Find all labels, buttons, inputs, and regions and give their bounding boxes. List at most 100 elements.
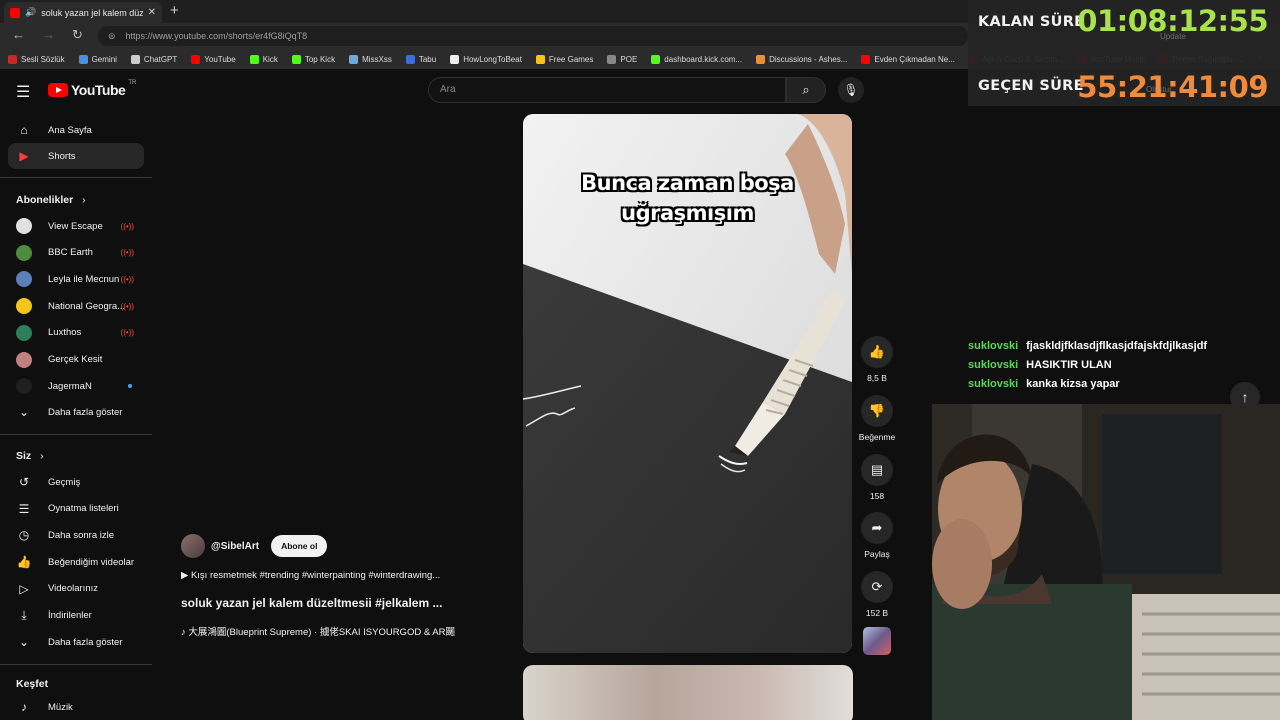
bookmark-favicon-icon bbox=[249, 54, 259, 64]
share-icon: ➦ bbox=[861, 512, 893, 544]
show-more-subscriptions[interactable]: ⌄ Daha fazla göster bbox=[8, 399, 144, 425]
avatar[interactable] bbox=[181, 534, 205, 558]
bookmark-label: POE bbox=[620, 54, 638, 64]
sidebar-subscription-item[interactable]: National Geogra... ((•)) bbox=[8, 293, 144, 319]
short-description[interactable]: ▶ Kışı resmetmek #trending #winterpainti… bbox=[181, 570, 440, 581]
close-tab-icon[interactable]: ✕ bbox=[148, 7, 156, 18]
bookmark-item[interactable]: Free Games bbox=[535, 54, 593, 64]
live-indicator-icon: ((•)) bbox=[120, 328, 134, 338]
bookmark-item[interactable]: Tabu bbox=[405, 54, 437, 64]
sound-thumbnail[interactable] bbox=[863, 627, 891, 655]
arrow-up-icon: ↑ bbox=[1241, 389, 1249, 405]
site-info-icon[interactable]: ⊜ bbox=[108, 31, 116, 42]
video-caption-line-1: Bunca zaman boşa bbox=[581, 171, 794, 195]
back-icon[interactable]: ← bbox=[12, 27, 25, 42]
divider bbox=[0, 177, 152, 178]
sidebar-item-watch-later[interactable]: ◷ Daha sonra izle bbox=[8, 522, 144, 548]
comments-button[interactable]: ▤ 158 bbox=[855, 454, 899, 501]
chat-text: HASIKTIR ULAN bbox=[1026, 359, 1112, 371]
webcam-feed bbox=[932, 404, 1280, 720]
bookmark-item[interactable]: Kick bbox=[249, 54, 278, 64]
chat-text: kanka kizsa yapar bbox=[1026, 378, 1120, 390]
bookmark-item[interactable]: MissXss bbox=[349, 54, 392, 64]
sidebar-subscription-item[interactable]: Luxthos ((•)) bbox=[8, 320, 144, 346]
sidebar-subscription-item[interactable]: Leyla ile Mecnun ((•)) bbox=[8, 266, 144, 292]
country-code: TR bbox=[128, 80, 137, 86]
bookmark-item[interactable]: Gemini bbox=[78, 54, 117, 64]
elapsed-value: 55:21:41:09 bbox=[1077, 70, 1268, 104]
show-more-you[interactable]: ⌄ Daha fazla göster bbox=[8, 629, 144, 655]
next-short-preview[interactable] bbox=[523, 665, 853, 720]
divider bbox=[0, 664, 152, 665]
sidebar-item-home[interactable]: ⌂ Ana Sayfa bbox=[8, 117, 144, 143]
bookmark-favicon-icon bbox=[607, 54, 617, 64]
sidebar-subscription-item[interactable]: View Escape ((•)) bbox=[8, 213, 144, 239]
sidebar-item-label: BBC Earth bbox=[48, 247, 93, 259]
voice-search-button[interactable]: 🎙 bbox=[838, 77, 864, 103]
search-input[interactable]: Ara bbox=[428, 77, 786, 103]
sidebar-item-music[interactable]: ♪ Müzik bbox=[8, 694, 144, 720]
speaker-icon[interactable]: 🔊 bbox=[25, 7, 36, 18]
search-button[interactable]: ⌕ bbox=[786, 77, 826, 103]
bookmark-item[interactable]: YouTube bbox=[191, 54, 236, 64]
avatar bbox=[16, 378, 32, 395]
url-input[interactable]: ⊜ https://www.youtube.com/shorts/er4fG8i… bbox=[98, 26, 968, 46]
sidebar-item-label: Geçmiş bbox=[48, 476, 81, 488]
sidebar-item-history[interactable]: ↺ Geçmiş bbox=[8, 469, 144, 495]
bookmark-label: Evden Çıkmadan Ne... bbox=[874, 54, 955, 64]
avatar bbox=[16, 298, 32, 315]
you-heading[interactable]: Siz › bbox=[16, 450, 44, 462]
sidebar-item-your-videos[interactable]: ▷ Videolarınız bbox=[8, 576, 144, 602]
menu-icon[interactable]: ☰ bbox=[16, 82, 30, 102]
sidebar-item-liked-videos[interactable]: 👍 Beğendiğim videolar bbox=[8, 549, 144, 575]
sidebar-subscription-item[interactable]: JagermaN bbox=[8, 373, 144, 399]
share-label: Paylaş bbox=[864, 549, 890, 559]
sidebar-subscription-item[interactable]: Gerçek Kesit bbox=[8, 347, 144, 373]
bookmark-item[interactable]: Top Kick bbox=[291, 54, 335, 64]
bookmark-item[interactable]: Discussions - Ashes... bbox=[756, 54, 847, 64]
bookmark-item[interactable]: HowLongToBeat bbox=[450, 54, 522, 64]
browser-tab[interactable]: 🔊 soluk yazan jel kalem düzelt ✕ bbox=[4, 2, 162, 23]
subscribe-button[interactable]: Abone ol bbox=[271, 535, 328, 557]
bookmark-item[interactable]: Evden Çıkmadan Ne... bbox=[861, 54, 955, 64]
playlists-icon: ☰ bbox=[18, 501, 30, 516]
thumbs-down-icon: 👎 bbox=[861, 395, 893, 427]
new-content-dot-icon bbox=[128, 384, 132, 389]
bookmark-item[interactable]: POE bbox=[607, 54, 638, 64]
sound-info[interactable]: ♪ 大展鴻圖(Blueprint Supreme) · 擄佬SKAI ISYOU… bbox=[181, 624, 455, 638]
sidebar-item-playlists[interactable]: ☰ Oynatma listeleri bbox=[8, 496, 144, 522]
bookmark-label: Tabu bbox=[418, 54, 437, 64]
share-button[interactable]: ➦ Paylaş bbox=[855, 512, 899, 559]
video-caption-line-2: uğraşmışım bbox=[621, 201, 754, 225]
sidebar-subscription-item[interactable]: BBC Earth ((•)) bbox=[8, 240, 144, 266]
youtube-play-icon bbox=[48, 83, 68, 97]
bookmark-label: ChatGPT bbox=[143, 54, 178, 64]
channel-name[interactable]: @SibelArt bbox=[211, 541, 259, 552]
short-video-player[interactable]: Bunca zaman boşa uğraşmışım bbox=[523, 114, 852, 653]
bookmark-item[interactable]: dashboard.kick.com... bbox=[651, 54, 743, 64]
bookmark-favicon-icon bbox=[291, 54, 301, 64]
new-tab-icon[interactable]: + bbox=[170, 2, 179, 20]
dislike-button[interactable]: 👎 Beğenme bbox=[855, 395, 899, 442]
remix-button[interactable]: ⟳ 152 B bbox=[855, 571, 899, 618]
forward-icon[interactable]: → bbox=[42, 27, 55, 42]
chat-username: suklovski bbox=[968, 340, 1019, 352]
bookmark-favicon-icon bbox=[130, 54, 140, 64]
sidebar-item-label: Beğendiğim videolar bbox=[48, 556, 135, 568]
youtube-favicon-icon bbox=[10, 7, 20, 18]
avatar bbox=[16, 244, 32, 261]
you-title: Siz bbox=[16, 450, 32, 462]
sidebar-item-shorts[interactable]: ▶ Shorts bbox=[8, 143, 144, 169]
sidebar-item-downloads[interactable]: ⤓ İndirilenler bbox=[8, 603, 144, 629]
bookmark-item[interactable]: ChatGPT bbox=[130, 54, 178, 64]
short-title[interactable]: soluk yazan jel kalem düzeltmesii #jelka… bbox=[181, 596, 442, 610]
sidebar-item-label: Müzik bbox=[48, 701, 73, 713]
youtube-logo[interactable]: YouTube TR bbox=[48, 80, 137, 98]
avatar bbox=[16, 271, 32, 288]
reload-icon[interactable]: ↻ bbox=[72, 27, 83, 43]
sidebar-item-label: Daha sonra izle bbox=[48, 529, 115, 541]
bookmark-item[interactable]: Sesli Sözlük bbox=[8, 54, 65, 64]
like-button[interactable]: 👍 8,5 B bbox=[855, 336, 899, 383]
subscriptions-heading[interactable]: Abonelikler › bbox=[16, 194, 86, 206]
bookmark-label: dashboard.kick.com... bbox=[664, 54, 743, 64]
